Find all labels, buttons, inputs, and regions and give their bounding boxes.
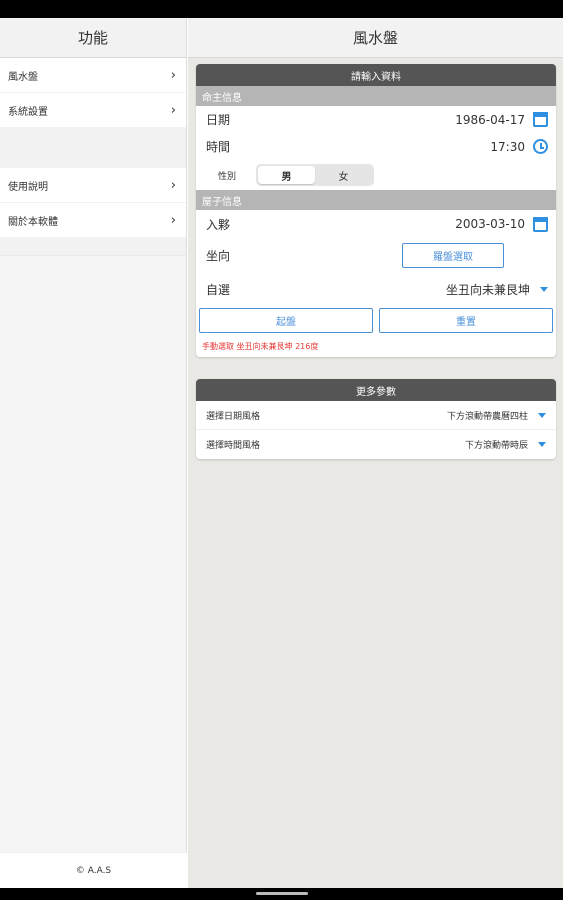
chevron-right-icon: › <box>170 102 176 118</box>
gender-segmented-control[interactable]: 男 女 <box>256 164 374 186</box>
system-nav-bar <box>0 888 563 900</box>
more-params-title: 更多參數 <box>196 379 556 401</box>
caret-down-icon[interactable] <box>538 442 546 447</box>
calendar-icon[interactable] <box>533 216 548 232</box>
time-value[interactable]: 17:30 <box>490 140 525 154</box>
page-title: 風水盤 <box>188 18 563 58</box>
home-handle[interactable] <box>256 892 308 895</box>
sidebar-item-about[interactable]: 關於本軟體 › <box>0 203 186 238</box>
sidebar-item-help[interactable]: 使用說明 › <box>0 168 186 203</box>
copyright-footer: © A.A.S <box>0 852 187 888</box>
more-params-card: 更多參數 選擇日期風格 下方滾動帶農曆四柱 選擇時間風格 下方滾動帶時辰 <box>196 379 556 459</box>
app-window: 功能 風水盤 › 系統設置 › 使用說明 › 關於本軟體 › © A.A.S 風… <box>0 18 563 888</box>
sidebar-title: 功能 <box>0 18 186 58</box>
status-bar <box>0 0 563 18</box>
reset-button[interactable]: 重置 <box>379 308 553 333</box>
movein-row[interactable]: 入夥 2003-03-10 <box>196 210 556 238</box>
movein-label: 入夥 <box>206 217 231 232</box>
compass-select-button[interactable]: 羅盤選取 <box>402 242 504 268</box>
input-card: 請輸入資料 命主信息 日期 1986-04-17 時間 17:30 性別 男 女… <box>196 64 556 357</box>
clock-icon[interactable] <box>533 139 548 154</box>
date-label: 日期 <box>206 113 231 127</box>
chevron-right-icon: › <box>170 177 176 193</box>
facing-row: 坐向 羅盤選取 <box>196 238 556 272</box>
house-section-title: 屋子信息 <box>196 190 556 210</box>
date-value[interactable]: 1986-04-17 <box>455 113 525 127</box>
chevron-right-icon: › <box>170 212 176 228</box>
caret-down-icon[interactable] <box>538 412 546 418</box>
facing-label: 坐向 <box>206 248 231 263</box>
input-card-title: 請輸入資料 <box>196 64 556 86</box>
main-panel: 風水盤 請輸入資料 命主信息 日期 1986-04-17 時間 17:30 性別… <box>188 18 563 888</box>
sidebar: 功能 風水盤 › 系統設置 › 使用說明 › 關於本軟體 › © A.A.S <box>0 18 187 888</box>
calendar-icon[interactable] <box>533 112 548 127</box>
start-chart-button[interactable]: 起盤 <box>199 308 373 333</box>
sidebar-item-label: 使用說明 <box>8 181 48 193</box>
sidebar-menu-group-1: 風水盤 › 系統設置 › <box>0 58 186 128</box>
custom-select-label: 自選 <box>206 282 231 297</box>
sidebar-item-label: 關於本軟體 <box>8 216 58 228</box>
custom-select-row[interactable]: 自選 坐丑向未兼艮坤 <box>196 272 556 306</box>
sidebar-menu-group-2: 使用說明 › 關於本軟體 › <box>0 168 186 238</box>
date-style-label: 選擇日期風格 <box>206 411 261 422</box>
time-style-row[interactable]: 選擇時間風格 下方滾動帶時辰 <box>196 430 556 459</box>
custom-select-value[interactable]: 坐丑向未兼艮坤 <box>446 281 530 298</box>
sidebar-divider <box>0 238 186 256</box>
date-style-row[interactable]: 選擇日期風格 下方滾動帶農曆四柱 <box>196 401 556 430</box>
date-style-value[interactable]: 下方滾動帶農曆四柱 <box>447 409 528 422</box>
sidebar-divider <box>0 128 186 168</box>
gender-row: 性別 男 女 <box>196 160 556 190</box>
gender-option-male[interactable]: 男 <box>258 166 315 184</box>
owner-section-title: 命主信息 <box>196 86 556 106</box>
selection-notice: 手動選取 坐丑向未兼艮坤 216度 <box>202 342 319 351</box>
gender-option-female[interactable]: 女 <box>315 166 372 184</box>
movein-value[interactable]: 2003-03-10 <box>455 217 525 231</box>
chevron-right-icon: › <box>170 67 176 83</box>
action-buttons: 起盤 重置 <box>196 306 556 333</box>
time-style-value[interactable]: 下方滾動帶時辰 <box>465 438 528 451</box>
time-row[interactable]: 時間 17:30 <box>196 133 556 160</box>
time-style-label: 選擇時間風格 <box>206 441 261 451</box>
gender-label: 性別 <box>218 171 237 182</box>
date-row[interactable]: 日期 1986-04-17 <box>196 106 556 133</box>
time-label: 時間 <box>206 140 231 154</box>
sidebar-item-settings[interactable]: 系統設置 › <box>0 93 186 128</box>
sidebar-item-label: 系統設置 <box>8 106 48 118</box>
sidebar-item-fengshui[interactable]: 風水盤 › <box>0 58 186 93</box>
sidebar-item-label: 風水盤 <box>8 71 38 83</box>
caret-down-icon[interactable] <box>540 286 548 292</box>
